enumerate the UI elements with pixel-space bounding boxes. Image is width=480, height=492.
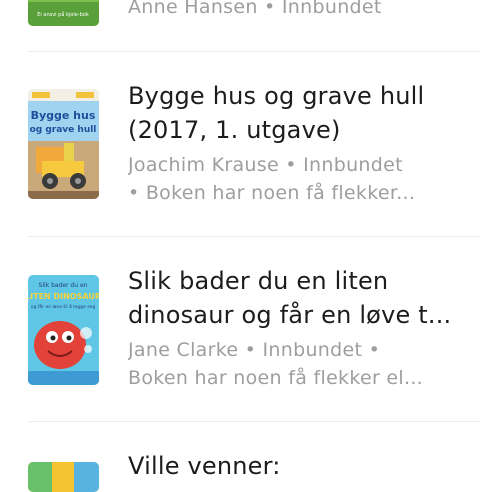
book-text: Ville venner: (128, 449, 474, 483)
book-title-line: (2017, 1. utgave) (128, 116, 341, 144)
cover-caption: Ei ansvi på kjole-bok (37, 11, 89, 18)
book-title-line: Bygge hus og grave hull (128, 82, 425, 110)
cover-title-line: Slik bader du en (39, 282, 88, 289)
list-item[interactable]: Ei ansvi på kjole-bok Anne Hansen • Innb… (0, 0, 480, 52)
book-text: Slik bader du en liten dinosaur og får e… (128, 264, 474, 392)
book-meta: Anne Hansen • Innbundet (128, 0, 382, 18)
book-cover-image[interactable] (28, 462, 99, 492)
book-text: Anne Hansen • Innbundet (128, 0, 474, 21)
book-cover-image[interactable]: Bygge hus og grave hull (28, 89, 99, 199)
book-title-line: Ville venner: (128, 452, 281, 480)
book-meta: Jane Clarke • Innbundet • (128, 339, 381, 361)
book-meta: Boken har noen få flekker el... (128, 367, 424, 389)
book-meta: Joachim Krause • Innbundet (128, 154, 403, 176)
cover-title-line: Bygge hus (31, 109, 96, 122)
list-item[interactable]: Slik bader du en LITEN DINOSAUR og får e… (0, 237, 480, 422)
book-cover-image[interactable]: Slik bader du en LITEN DINOSAUR og får e… (28, 275, 99, 385)
book-list: Ei ansvi på kjole-bok Anne Hansen • Innb… (0, 0, 480, 492)
book-cover-image[interactable]: Ei ansvi på kjole-bok (28, 0, 99, 26)
cover-title-line: og får en løve til å legge seg (31, 303, 96, 310)
cover-title-line: LITEN DINOSAUR (28, 292, 99, 301)
book-title-line: Slik bader du en liten (128, 267, 389, 295)
book-title-line: dinosaur og får en løve t... (128, 301, 452, 329)
book-text: Bygge hus og grave hull (2017, 1. utgave… (128, 79, 474, 207)
list-item[interactable]: Ville venner: (0, 422, 480, 492)
book-meta: • Boken har noen få flekker... (128, 182, 416, 204)
cover-title-line: og grave hull (30, 125, 97, 135)
list-item[interactable]: Bygge hus og grave hull Bygge hus og gra… (0, 52, 480, 237)
